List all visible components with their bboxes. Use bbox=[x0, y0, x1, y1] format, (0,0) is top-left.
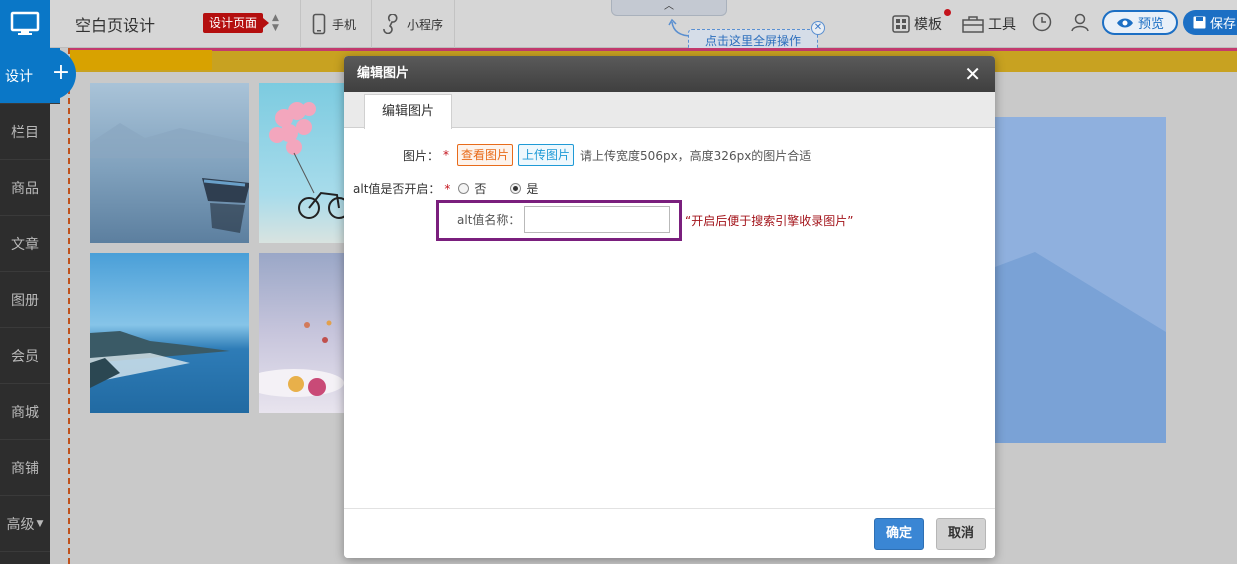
sidebar-item-albums[interactable]: 图册 bbox=[0, 272, 50, 328]
divider bbox=[454, 0, 455, 48]
sidebar-item-articles[interactable]: 文章 bbox=[0, 216, 50, 272]
placeholder-image[interactable] bbox=[995, 117, 1166, 443]
close-icon[interactable]: ✕ bbox=[811, 21, 825, 35]
tab-edit-image[interactable]: 编辑图片 bbox=[364, 94, 452, 129]
phone-icon bbox=[312, 13, 326, 35]
canvas-strip-highlight bbox=[70, 50, 212, 70]
history-clock-icon[interactable] bbox=[1032, 12, 1052, 32]
template-button[interactable]: 模板 bbox=[892, 0, 942, 48]
confirm-button[interactable]: 确定 bbox=[874, 518, 924, 550]
image-label: 图片： bbox=[403, 148, 440, 163]
monitor-icon[interactable] bbox=[0, 0, 50, 48]
chevron-up-icon: ︿ bbox=[664, 1, 674, 12]
tools-label: 工具 bbox=[988, 17, 1016, 33]
sidebar-item-advanced-label: 高级 bbox=[6, 516, 35, 533]
dialog-header: 编辑图片 ✕ bbox=[344, 56, 995, 92]
user-icon[interactable] bbox=[1070, 12, 1090, 32]
sidebar-item-products[interactable]: 商品 bbox=[0, 160, 50, 216]
sidebar-item-mall[interactable]: 商城 bbox=[0, 384, 50, 440]
tools-button[interactable]: 工具 bbox=[962, 0, 1016, 48]
canvas-strip-top bbox=[70, 48, 1237, 51]
sidebar-item-shop[interactable]: 商铺 bbox=[0, 440, 50, 496]
image-size-hint: 请上传宽度506px，高度326px的图片合适 bbox=[580, 148, 812, 163]
miniprogram-label: 小程序 bbox=[407, 17, 444, 32]
lake-boat-photo[interactable] bbox=[90, 83, 249, 243]
dialog-title: 编辑图片 bbox=[357, 66, 410, 81]
alt-seo-note: “开启后便于搜索引擎收录图片” bbox=[685, 214, 854, 228]
coast-photo[interactable] bbox=[90, 253, 249, 413]
caret-down-icon: ▼ bbox=[36, 518, 44, 529]
sidebar-item-members[interactable]: 会员 bbox=[0, 328, 50, 384]
preview-label: 预览 bbox=[1137, 17, 1164, 32]
save-disk-icon bbox=[1193, 16, 1206, 29]
sidebar-item-columns[interactable]: 栏目 bbox=[0, 104, 50, 160]
alt-toggle-row: alt值是否开启： * 否 是 bbox=[353, 180, 538, 197]
alt-name-input[interactable] bbox=[524, 206, 671, 233]
toolbox-icon bbox=[962, 16, 984, 33]
alt-no-radio[interactable] bbox=[458, 183, 470, 194]
image-row: 图片： * 查看图片 上传图片 请上传宽度506px，高度326px的图片合适 bbox=[403, 144, 811, 166]
view-image-button[interactable]: 查看图片 bbox=[457, 144, 514, 166]
alt-yes-radio[interactable] bbox=[510, 183, 522, 194]
page-title: 空白页设计 bbox=[75, 16, 156, 35]
alt-toggle-label: alt值是否开启： bbox=[353, 182, 441, 196]
design-page-tag[interactable]: 设计页面 bbox=[203, 13, 270, 33]
canvas-guide-line bbox=[68, 48, 70, 564]
required-mark: * bbox=[443, 148, 450, 162]
dialog-tab-bar: 编辑图片 bbox=[344, 92, 995, 129]
sort-arrows-icon[interactable]: ▲ ▼ bbox=[272, 13, 279, 33]
divider bbox=[300, 0, 301, 48]
required-mark: * bbox=[444, 181, 451, 196]
alt-no-label: 否 bbox=[474, 182, 487, 196]
save-label: 保存 bbox=[1210, 17, 1237, 32]
left-sidebar: 设计 栏目 商品 文章 图册 会员 商城 商铺 高级 ▼ bbox=[0, 48, 60, 564]
close-icon[interactable]: ✕ bbox=[964, 56, 981, 92]
alt-name-label: alt值名称： bbox=[457, 213, 521, 227]
upload-image-button[interactable]: 上传图片 bbox=[518, 144, 575, 166]
dialog-footer: 确定 取消 bbox=[344, 508, 995, 558]
miniprogram-button[interactable]: 小程序 bbox=[381, 0, 443, 48]
fullscreen-toggle[interactable]: ︿ bbox=[611, 0, 727, 16]
balloons-bicycle-photo[interactable] bbox=[259, 83, 344, 243]
mobile-button[interactable]: 手机 bbox=[312, 0, 356, 48]
alt-yes-label: 是 bbox=[526, 182, 539, 196]
plus-icon: + bbox=[51, 60, 71, 85]
preview-button[interactable]: 预览 bbox=[1102, 10, 1178, 35]
top-bar: 空白页设计 设计页面 ▲ ▼ 手机 小程序 ︿ 点击这里全屏操作 ✕ 模板 工具… bbox=[0, 0, 1237, 53]
template-label: 模板 bbox=[914, 17, 942, 33]
eye-icon bbox=[1116, 18, 1133, 27]
notification-dot bbox=[944, 9, 951, 16]
edit-image-dialog: 编辑图片 ✕ 编辑图片 图片： * 查看图片 上传图片 请上传宽度506px，高… bbox=[344, 56, 995, 558]
mobile-label: 手机 bbox=[332, 17, 357, 32]
template-icon bbox=[892, 15, 910, 33]
alt-name-row: alt值名称： bbox=[457, 206, 671, 233]
hot-air-balloons-photo[interactable] bbox=[259, 253, 344, 413]
miniprogram-icon bbox=[383, 14, 398, 34]
divider bbox=[371, 0, 372, 48]
save-button[interactable]: 保存 bbox=[1183, 10, 1237, 35]
sidebar-item-advanced[interactable]: 高级 ▼ bbox=[0, 496, 50, 552]
cancel-button[interactable]: 取消 bbox=[936, 518, 986, 550]
